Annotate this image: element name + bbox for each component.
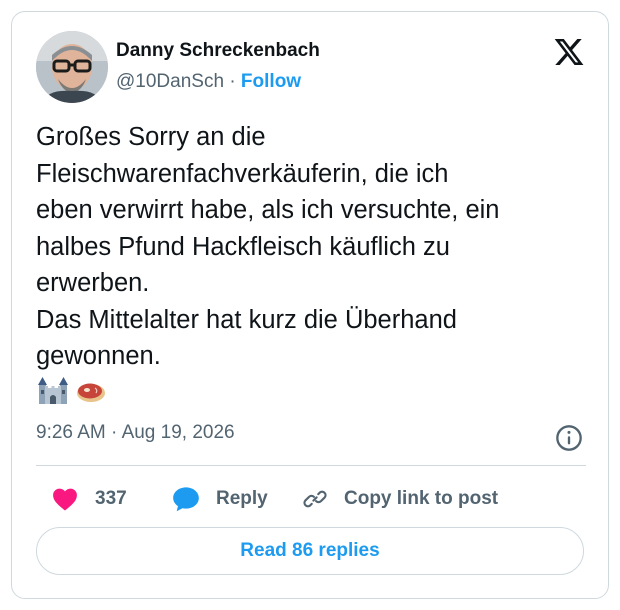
like-button[interactable]: 337 <box>52 482 127 516</box>
tweet-text: Großes Sorry an die Fleischwarenfachverk… <box>36 123 500 370</box>
meat-emoji <box>77 383 105 402</box>
info-icon[interactable] <box>555 424 583 452</box>
x-logo-icon[interactable] <box>552 36 586 68</box>
copy-link-button[interactable]: Copy link to post <box>302 482 498 516</box>
avatar[interactable] <box>36 31 108 103</box>
author-name[interactable]: Danny Schreckenbach <box>116 40 320 62</box>
read-replies-button[interactable]: Read 86 replies <box>36 527 584 575</box>
tweet-time[interactable]: 9:26 AM <box>36 422 106 443</box>
author-handle[interactable]: @10DanSch <box>116 71 224 92</box>
tweet-date[interactable]: Aug 19, 2026 <box>122 422 235 443</box>
link-icon <box>303 490 327 508</box>
reply-label: Reply <box>216 488 268 509</box>
divider <box>36 465 586 466</box>
tweet-actions: 337 Reply Copy link to post <box>36 482 596 516</box>
meta-separator: · <box>111 422 118 443</box>
tweet-card: Danny Schreckenbach @10DanSch · Follow G… <box>11 11 609 599</box>
tweet-timestamp[interactable]: 9:26 AM · Aug 19, 2026 <box>36 422 586 444</box>
like-count: 337 <box>95 488 127 509</box>
heart-icon <box>53 488 77 511</box>
follow-button[interactable]: Follow <box>241 71 301 92</box>
reply-button[interactable]: Reply <box>172 482 268 516</box>
author-handle-row: @10DanSch · Follow <box>116 71 301 93</box>
copy-link-label: Copy link to post <box>344 488 499 509</box>
handle-separator: · <box>229 71 236 92</box>
castle-emoji <box>38 377 68 404</box>
reply-bubble-icon <box>173 487 199 512</box>
tweet-emojis <box>37 376 107 406</box>
